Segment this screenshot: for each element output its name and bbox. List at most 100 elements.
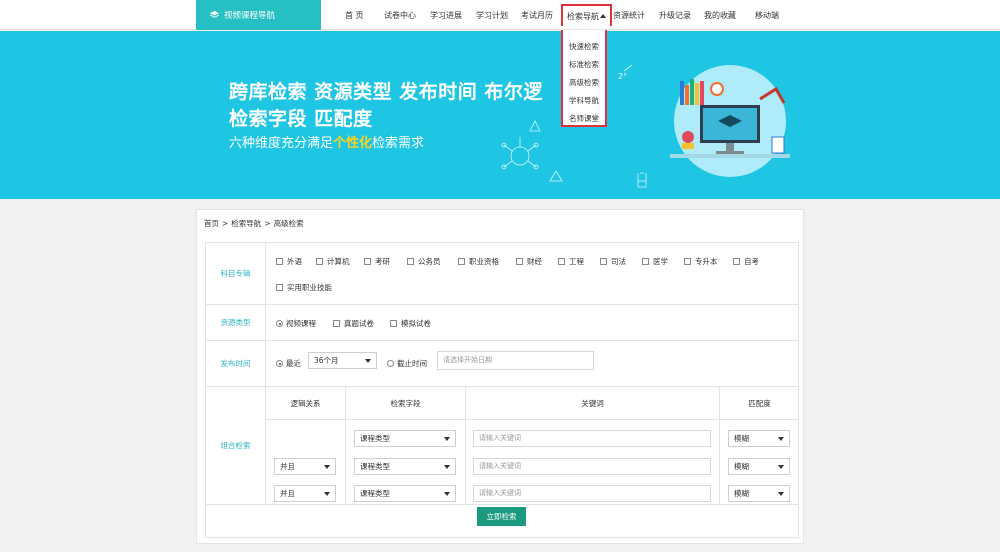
subject-checkbox-vocational[interactable]: 实用职业技能 [276,282,332,293]
breadcrumb-home[interactable]: 首页 [204,219,219,228]
subject-option-label: 职业资格 [469,257,499,266]
match-select-value: 模糊 [734,462,749,471]
header-match: 匹配度 [748,398,771,408]
subject-option-label: 自考 [744,257,759,266]
subject-row: 科目专辑 外语 计算机 考研 公务员 职业资格 财经 工程 司法 医学 专升本 … [206,243,798,305]
nav-exam-calendar[interactable]: 考试月历 [521,10,553,21]
header-field: 检索字段 [390,398,421,408]
nav-home[interactable]: 首 页 [345,10,364,21]
top-navbar: 视频课程导航 首 页 试卷中心 学习进展 学习计划 考试月历 检索导航 资源统计… [0,0,1000,30]
combo-search-row: 组合检索 逻辑关系 检索字段 关键词 匹配度 课程类型 请输入关键词 模糊 并且… [206,387,799,505]
breadcrumb: 首页 > 检索导航 > 高级检索 [204,218,304,229]
banner-subline: 六种维度充分满足个性化检索需求 [229,132,424,151]
field-select-value: 课程类型 [360,434,390,443]
nav-mobile[interactable]: 移动端 [755,10,779,21]
combo-search-grid: 逻辑关系 检索字段 关键词 匹配度 课程类型 请输入关键词 模糊 并且 课程类型… [266,387,799,504]
resource-radio-video[interactable]: 视频课程 [276,318,316,329]
field-select-value: 课程类型 [360,489,390,498]
dropdown-arrow-icon [444,465,450,469]
subject-option-label: 公务员 [418,257,441,266]
subject-checkbox-finance[interactable]: 财经 [516,256,542,267]
checkbox-box [733,258,740,265]
publish-until-label: 截止时间 [397,359,427,368]
match-select-1[interactable]: 模糊 [728,430,790,447]
subject-checkbox-medicine[interactable]: 医学 [642,256,668,267]
subject-checkbox-computer[interactable]: 计算机 [316,256,350,267]
banner-decor-text: 2° [618,72,627,81]
subject-checkbox-engineering[interactable]: 工程 [558,256,584,267]
combo-search-label: 组合检索 [206,387,266,504]
dropdown-arrow-icon [324,465,330,469]
nav-exam-center[interactable]: 试卷中心 [384,10,416,21]
checkbox-box [407,258,414,265]
nav-resource-stats[interactable]: 资源统计 [613,10,645,21]
checkbox-box [684,258,691,265]
checkbox-box [364,258,371,265]
breadcrumb-search-nav[interactable]: 检索导航 [231,219,261,228]
dropdown-quick-search[interactable]: 快速检索 [563,38,605,56]
banner-subline-highlight: 个性化 [333,136,373,151]
keyword-input-2[interactable]: 请输入关键词 [473,458,711,475]
publish-time-row: 发布时间 最近 36个月 截止时间 请选择开始日期 [206,341,798,387]
subject-checkbox-law[interactable]: 司法 [600,256,626,267]
resource-option-label: 视频课程 [286,319,316,328]
nav-study-plan[interactable]: 学习计划 [476,10,508,21]
dropdown-arrow-icon [444,492,450,496]
subject-label: 科目专辑 [206,243,266,304]
resource-type-label: 资源类型 [206,305,266,340]
match-select-3[interactable]: 模糊 [728,485,790,502]
subject-checkbox-civil-service[interactable]: 公务员 [407,256,441,267]
publish-time-label: 发布时间 [206,341,266,386]
dropdown-famous-teachers[interactable]: 名师课堂 [563,110,605,128]
publish-recent-label: 最近 [286,359,301,368]
nav-upgrade-log[interactable]: 升级记录 [659,10,691,21]
dropdown-arrow-icon [444,437,450,441]
resource-type-options: 视频课程 真题试卷 模拟试卷 [266,305,798,340]
field-select-2[interactable]: 课程类型 [354,458,456,475]
subject-option-label: 计算机 [327,257,350,266]
logo[interactable]: 视频课程导航 [196,0,321,30]
subject-checkbox-upgrade[interactable]: 专升本 [684,256,718,267]
checkbox-box [333,320,340,327]
search-now-button[interactable]: 立即检索 [477,507,526,526]
keyword-input-1[interactable]: 请输入关键词 [473,430,711,447]
subject-option-label: 实用职业技能 [287,283,332,292]
publish-radio-recent[interactable]: 最近 [276,358,301,369]
field-select-1[interactable]: 课程类型 [354,430,456,447]
publish-radio-until[interactable]: 截止时间 [387,358,427,369]
keyword-input-3[interactable]: 请输入关键词 [473,485,711,502]
match-select-2[interactable]: 模糊 [728,458,790,475]
radio-dot [276,320,283,327]
logic-select-3[interactable]: 并且 [274,485,336,502]
grid-divider [266,419,799,420]
subject-checkbox-self-study[interactable]: 自考 [733,256,759,267]
nav-search-navigation[interactable]: 检索导航 [561,4,612,26]
checkbox-box [276,258,283,265]
dropdown-advanced-search[interactable]: 高级检索 [563,74,605,92]
subject-option-label: 专升本 [695,257,718,266]
radio-dot [387,360,394,367]
field-select-3[interactable]: 课程类型 [354,485,456,502]
advanced-search-card: 首页 > 检索导航 > 高级检索 科目专辑 外语 计算机 考研 公务员 职业资格 财经 … [196,209,804,544]
dropdown-arrow-icon [778,492,784,496]
start-date-input[interactable]: 请选择开始日期 [437,351,594,370]
resource-checkbox-real-exam[interactable]: 真题试卷 [333,318,374,329]
dropdown-subject-navigation[interactable]: 学科导航 [563,92,605,110]
nav-study-progress[interactable]: 学习进展 [430,10,462,21]
subject-option-label: 工程 [569,257,584,266]
checkbox-box [516,258,523,265]
recent-months-select[interactable]: 36个月 [308,352,377,369]
resource-type-row: 资源类型 视频课程 真题试卷 模拟试卷 [206,305,798,341]
subject-checkbox-postgrad[interactable]: 考研 [364,256,390,267]
dropdown-standard-search[interactable]: 标准检索 [563,56,605,74]
resource-checkbox-mock-exam[interactable]: 模拟试卷 [390,318,431,329]
resource-option-label: 模拟试卷 [401,319,431,328]
logic-select-2[interactable]: 并且 [274,458,336,475]
subject-checkbox-qualification[interactable]: 职业资格 [458,256,499,267]
dropdown-arrow-icon [778,437,784,441]
subject-option-label: 考研 [375,257,390,266]
radio-dot [276,360,283,367]
publish-time-options: 最近 36个月 截止时间 请选择开始日期 [266,341,798,386]
nav-favorites[interactable]: 我的收藏 [704,10,736,21]
subject-checkbox-foreign-lang[interactable]: 外语 [276,256,302,267]
